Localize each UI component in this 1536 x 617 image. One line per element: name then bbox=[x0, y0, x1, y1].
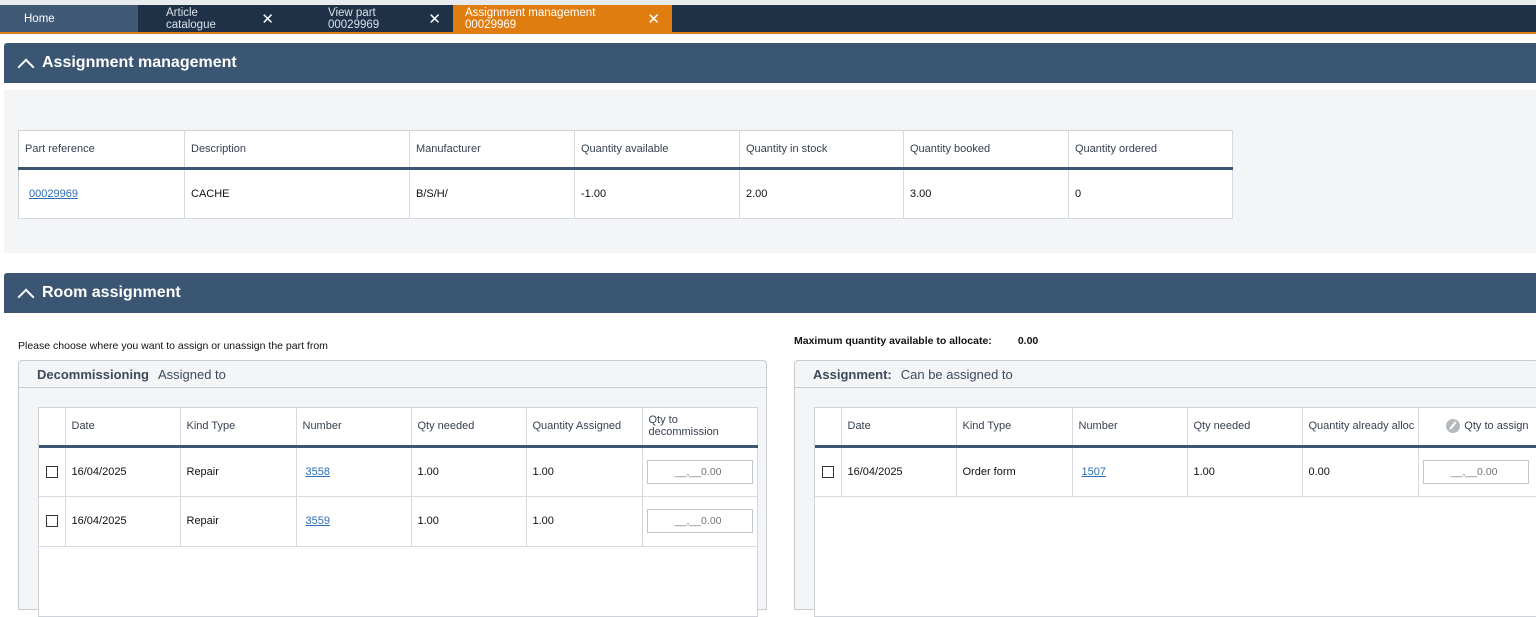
manufacturer-cell: B/S/H/ bbox=[409, 168, 575, 219]
assignment-management-header[interactable]: Assignment management bbox=[4, 43, 1536, 83]
edit-icon bbox=[1446, 419, 1461, 434]
qty-to-decommission-input[interactable] bbox=[646, 509, 753, 533]
number-link[interactable]: 3558 bbox=[306, 466, 330, 478]
qty-needed-cell: 1.00 bbox=[1187, 446, 1303, 497]
decommissioning-panel: Decommissioning Assigned to Date Kind Ty… bbox=[18, 360, 767, 617]
col-description[interactable]: Description bbox=[184, 130, 410, 170]
room-assignment-header[interactable]: Room assignment bbox=[4, 273, 1536, 313]
tab-label: Home bbox=[24, 12, 55, 25]
panel-title-bold: Decommissioning bbox=[37, 366, 149, 382]
tab-home[interactable]: Home bbox=[0, 5, 138, 32]
qty-ordered-cell: 0 bbox=[1068, 168, 1233, 219]
col-qty-to-decommission[interactable]: Qty to decommission bbox=[642, 408, 758, 448]
qty-to-assign-input[interactable] bbox=[1422, 459, 1529, 484]
kind-type-cell: Order form bbox=[956, 446, 1073, 497]
qty-available-cell: -1.00 bbox=[574, 168, 740, 219]
assignment-panel: Assignment: Can be assigned to Date Kind… bbox=[794, 360, 1536, 617]
tab-label: View part 00029969 bbox=[328, 6, 380, 31]
col-select bbox=[815, 408, 842, 448]
col-date[interactable]: Date bbox=[841, 408, 957, 448]
instruction-text: Please choose where you want to assign o… bbox=[18, 340, 328, 352]
col-qty-already-allocated[interactable]: Quantity already alloc bbox=[1302, 408, 1419, 448]
col-number[interactable]: Number bbox=[296, 408, 412, 448]
col-part-reference[interactable]: Part reference bbox=[18, 130, 185, 170]
panel-title-rest: Assigned to bbox=[157, 366, 226, 382]
col-select bbox=[39, 408, 66, 448]
qty-in-stock-cell: 2.00 bbox=[739, 168, 904, 219]
tab-view-part[interactable]: View part 00029969 ✕ bbox=[286, 5, 453, 32]
kind-type-cell: Repair bbox=[180, 496, 297, 547]
close-icon[interactable]: ✕ bbox=[647, 10, 660, 28]
qty-assigned-cell: 1.00 bbox=[526, 496, 643, 547]
part-summary-table: Part reference Description Manufacturer … bbox=[18, 130, 1233, 219]
col-qty-available[interactable]: Quantity available bbox=[574, 130, 740, 170]
date-cell: 16/04/2025 bbox=[65, 446, 181, 497]
col-manufacturer[interactable]: Manufacturer bbox=[409, 130, 575, 170]
section-title: Assignment management bbox=[42, 54, 237, 71]
row-checkbox[interactable] bbox=[46, 515, 58, 528]
decommissioning-grid: Date Kind Type Number Qty needed Quantit… bbox=[38, 407, 758, 617]
tab-assignment-management[interactable]: Assignment management 00029969 ✕ bbox=[453, 5, 672, 32]
col-qty-ordered[interactable]: Quantity ordered bbox=[1068, 130, 1233, 170]
col-qty-booked[interactable]: Quantity booked bbox=[903, 130, 1069, 170]
table-row: 16/04/2025 Repair 3559 1.00 1.00 bbox=[39, 496, 758, 547]
tab-label: Article catalogue bbox=[166, 6, 216, 31]
qty-assigned-cell: 1.00 bbox=[526, 446, 643, 497]
col-qty-needed[interactable]: Qty needed bbox=[411, 408, 527, 448]
panel-title: Assignment: Can be assigned to bbox=[795, 361, 1536, 388]
assignment-grid: Date Kind Type Number Qty needed Quantit… bbox=[814, 407, 1536, 617]
section-title: Room assignment bbox=[42, 284, 181, 301]
col-qty-needed[interactable]: Qty needed bbox=[1187, 408, 1303, 448]
col-date[interactable]: Date bbox=[65, 408, 181, 448]
col-kind-type[interactable]: Kind Type bbox=[956, 408, 1073, 448]
col-number[interactable]: Number bbox=[1072, 408, 1188, 448]
col-qty-to-assign[interactable]: Qty to assign bbox=[1418, 408, 1536, 448]
col-kind-type[interactable]: Kind Type bbox=[180, 408, 297, 448]
qty-needed-cell: 1.00 bbox=[411, 496, 527, 547]
close-icon[interactable]: ✕ bbox=[428, 10, 441, 28]
col-qty-in-stock[interactable]: Quantity in stock bbox=[739, 130, 904, 170]
kind-type-cell: Repair bbox=[180, 446, 297, 497]
panel-title-rest: Can be assigned to bbox=[900, 366, 1013, 382]
number-link[interactable]: 3559 bbox=[306, 515, 330, 527]
table-row: 16/04/2025 Order form 1507 1.00 0.00 bbox=[815, 446, 1536, 497]
number-link[interactable]: 1507 bbox=[1082, 466, 1106, 478]
row-checkbox[interactable] bbox=[822, 465, 834, 478]
date-cell: 16/04/2025 bbox=[841, 446, 957, 497]
description-cell: CACHE bbox=[184, 168, 410, 219]
chevron-up-icon[interactable] bbox=[17, 58, 35, 76]
col-qty-to-assign-label: Qty to assign bbox=[1464, 420, 1529, 433]
date-cell: 16/04/2025 bbox=[65, 496, 181, 547]
max-quantity-value: 0.00 bbox=[1017, 335, 1039, 347]
max-quantity-label: Maximum quantity available to allocate: 0… bbox=[794, 335, 1038, 347]
close-icon[interactable]: ✕ bbox=[261, 10, 274, 28]
qty-to-decommission-input[interactable] bbox=[646, 459, 753, 484]
max-quantity-text: Maximum quantity available to allocate: bbox=[794, 335, 992, 347]
chevron-up-icon[interactable] bbox=[17, 288, 35, 306]
qty-needed-cell: 1.00 bbox=[411, 446, 527, 497]
qty-booked-cell: 3.00 bbox=[903, 168, 1069, 219]
part-reference-link[interactable]: 00029969 bbox=[29, 188, 78, 200]
qty-already-allocated-cell: 0.00 bbox=[1302, 446, 1419, 497]
col-qty-assigned[interactable]: Quantity Assigned bbox=[526, 408, 643, 448]
tab-label: Assignment management 00029969 bbox=[465, 6, 596, 31]
tab-article-catalogue[interactable]: Article catalogue ✕ bbox=[138, 5, 286, 32]
panel-title: Decommissioning Assigned to bbox=[19, 361, 766, 388]
tab-bar: Home Article catalogue ✕ View part 000299… bbox=[0, 0, 1536, 34]
table-row: 00029969 CACHE B/S/H/ -1.00 2.00 3.00 0 bbox=[18, 168, 1233, 219]
panel-title-bold: Assignment: bbox=[813, 366, 892, 382]
row-checkbox[interactable] bbox=[46, 465, 58, 478]
table-row: 16/04/2025 Repair 3558 1.00 1.00 bbox=[39, 446, 758, 497]
